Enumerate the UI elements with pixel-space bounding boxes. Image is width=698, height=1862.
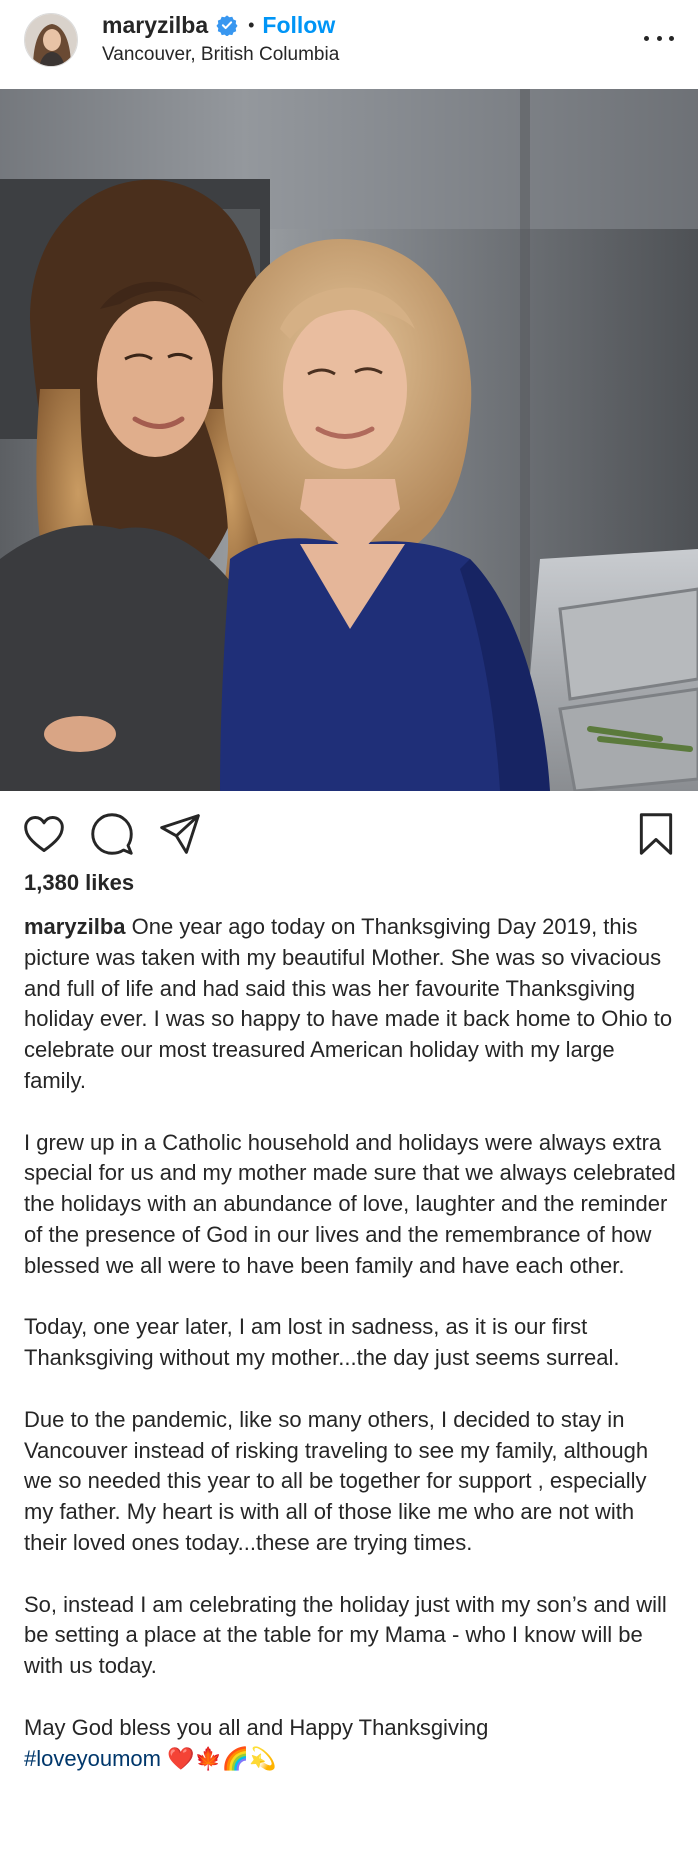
caption-paragraph: Due to the pandemic, like so many others… (24, 1406, 649, 1555)
action-bar (0, 800, 698, 866)
post-photo[interactable] (0, 89, 698, 791)
share-icon[interactable] (158, 812, 202, 856)
hashtag-link[interactable]: #loveyoumom (24, 1746, 161, 1771)
caption-paragraph: I grew up in a Catholic household and ho… (24, 1129, 676, 1278)
follow-button[interactable]: Follow (262, 12, 335, 39)
separator-dot: • (248, 14, 255, 35)
caption-username[interactable]: maryzilba (24, 914, 126, 939)
verified-badge-icon (216, 14, 238, 37)
bookmark-icon[interactable] (634, 812, 678, 856)
post-header: maryzilba • Follow Vancouver, British Co… (0, 0, 698, 89)
caption-paragraph: Today, one year later, I am lost in sadn… (24, 1314, 620, 1371)
post-caption: maryzilba One year ago today on Thanksgi… (24, 912, 680, 1774)
comment-icon[interactable] (90, 812, 134, 856)
username-link[interactable]: maryzilba (102, 12, 208, 39)
caption-paragraph: May God bless you all and Happy Thanksgi… (24, 1713, 680, 1775)
more-options-icon[interactable] (644, 28, 674, 48)
avatar[interactable] (24, 13, 78, 67)
caption-text: One year ago today on Thanksgiving Day 2… (24, 914, 673, 1093)
caption-paragraph: So, instead I am celebrating the holiday… (24, 1591, 667, 1679)
caption-text: May God bless you all and Happy Thanksgi… (24, 1714, 489, 1740)
likes-count[interactable]: 1,380 likes (24, 870, 134, 896)
username-row: maryzilba • Follow (102, 10, 335, 40)
location-link[interactable]: Vancouver, British Columbia (102, 44, 339, 66)
caption-paragraph: maryzilba One year ago today on Thanksgi… (24, 912, 680, 1097)
heart-icon[interactable] (22, 812, 66, 856)
emoji-group: ❤️🍁🌈💫 (167, 1745, 277, 1771)
